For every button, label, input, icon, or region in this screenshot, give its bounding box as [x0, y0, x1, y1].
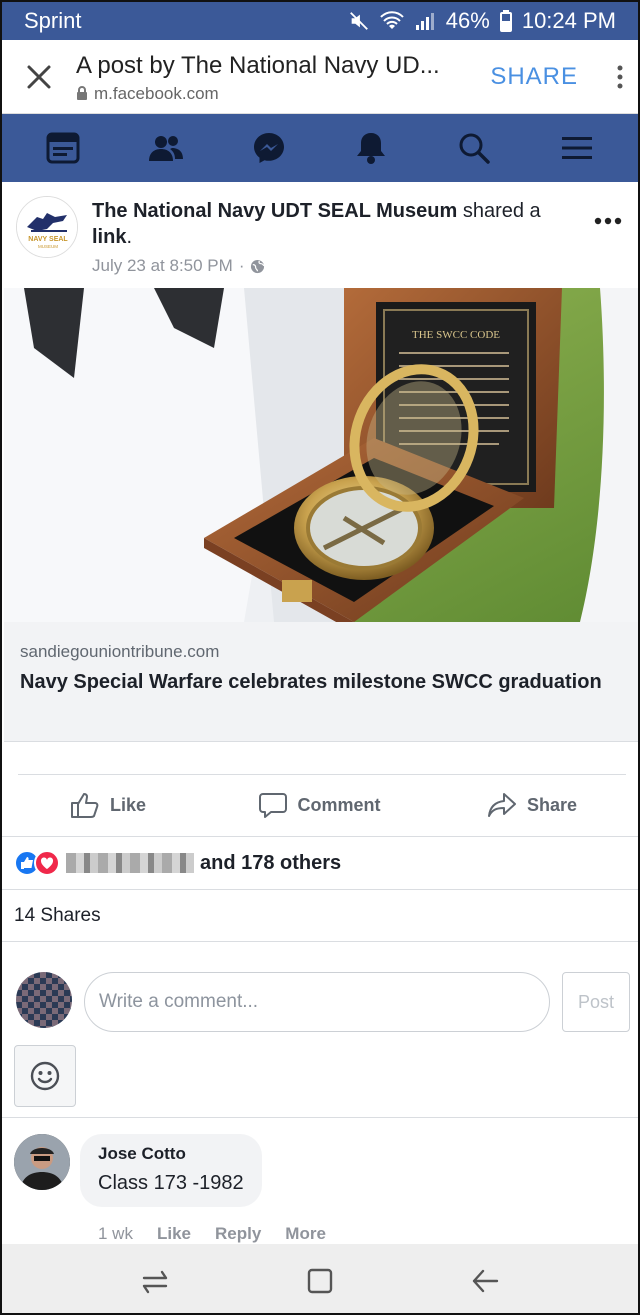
- navy-seal-museum-logo: NAVY SEAL MUSEUM: [17, 197, 77, 257]
- compass-gift-photo: THE SWCC CODE: [4, 288, 638, 622]
- love-reaction-icon: [34, 850, 60, 876]
- android-nav-bar: [2, 1244, 638, 1313]
- dot-separator: ·: [238, 256, 245, 275]
- period: .: [126, 226, 133, 248]
- commenter-avatar[interactable]: [14, 1134, 70, 1190]
- comment-bubble: Jose Cotto Class 173 -1982: [80, 1134, 262, 1207]
- page-name-link[interactable]: The National Navy UDT SEAL Museum: [92, 200, 457, 222]
- messenger-icon: [253, 133, 284, 163]
- smiley-icon: [30, 1061, 60, 1091]
- news-feed-icon: [46, 132, 80, 164]
- battery-percent: 46%: [445, 8, 490, 33]
- overflow-menu-button[interactable]: [602, 64, 638, 90]
- messenger-button[interactable]: [239, 118, 299, 178]
- notifications-button[interactable]: [341, 118, 401, 178]
- friends-button[interactable]: [136, 118, 196, 178]
- phone-screen: Sprint 46% 10:24 PM A post by The Nation…: [0, 0, 640, 1315]
- link-headline: Navy Special Warfare celebrates mileston…: [20, 671, 602, 693]
- friends-icon: [148, 136, 183, 161]
- link-preview-image[interactable]: THE SWCC CODE: [4, 288, 638, 622]
- browser-titles: A post by The National Navy UD... m.face…: [76, 50, 480, 104]
- comment-text: Class 173 -1982: [98, 1172, 244, 1194]
- menu-icon: [561, 137, 592, 159]
- like-button[interactable]: Like: [2, 791, 214, 819]
- home-button[interactable]: [290, 1251, 350, 1311]
- url-row: m.facebook.com: [76, 84, 480, 104]
- public-globe-icon: [251, 259, 265, 273]
- close-button[interactable]: [2, 40, 76, 114]
- comment-button[interactable]: Comment: [214, 792, 426, 818]
- status-icons: 46% 10:24 PM: [348, 8, 616, 34]
- recents-button[interactable]: [125, 1251, 185, 1311]
- post-actions: Like Comment Share: [2, 776, 638, 834]
- wifi-icon: [380, 11, 404, 31]
- shared-text: shared a: [457, 200, 541, 222]
- post-timestamp[interactable]: July 23 at 8:50 PM: [92, 256, 233, 276]
- close-icon: [27, 65, 51, 88]
- more-vertical-icon: [617, 65, 623, 88]
- person-photo: [14, 1134, 70, 1190]
- share-label: Share: [526, 794, 578, 815]
- signal-icon: [414, 11, 436, 31]
- post-timestamp-row: July 23 at 8:50 PM ·: [92, 256, 582, 276]
- post-attribution: The National Navy UDT SEAL Museum shared…: [92, 198, 582, 250]
- link-domain: sandiegouniontribune.com: [20, 642, 220, 661]
- reactions-row[interactable]: and 178 others: [2, 836, 638, 890]
- search-button[interactable]: [444, 118, 504, 178]
- battery-icon: [499, 10, 512, 32]
- blurred-reactor-names: [66, 853, 194, 873]
- post-options-button[interactable]: [582, 196, 622, 288]
- share-button[interactable]: SHARE: [480, 63, 602, 91]
- comment-reply-link[interactable]: Reply: [215, 1224, 261, 1244]
- menu-button[interactable]: [547, 118, 607, 178]
- comment-item: Jose Cotto Class 173 -1982 1 wk Like Rep…: [2, 1130, 638, 1244]
- page-avatar[interactable]: NAVY SEAL MUSEUM: [16, 196, 78, 258]
- like-label: Like: [109, 794, 147, 815]
- comment-time: 1 wk: [98, 1224, 133, 1243]
- notifications-icon: [357, 133, 386, 164]
- emoji-button[interactable]: [14, 1045, 76, 1107]
- clock: 10:24 PM: [521, 8, 616, 33]
- carrier-label: Sprint: [24, 8, 82, 33]
- divider: [18, 774, 626, 775]
- search-icon: [459, 133, 490, 164]
- comment-more-link[interactable]: More: [285, 1224, 326, 1244]
- share-arrow-icon: [487, 793, 516, 817]
- home-square-icon: [307, 1268, 333, 1293]
- link-preview-caption[interactable]: sandiegouniontribune.com Navy Special Wa…: [4, 622, 638, 742]
- page-title: A post by The National Navy UD...: [76, 51, 440, 79]
- svg-text:NAVY SEAL: NAVY SEAL: [28, 236, 68, 243]
- svg-text:MUSEUM: MUSEUM: [38, 244, 58, 249]
- link-word[interactable]: link: [92, 226, 126, 248]
- post-comment-button[interactable]: Post: [562, 972, 630, 1032]
- comment-like-link[interactable]: Like: [157, 1224, 191, 1244]
- browser-header: A post by The National Navy UD... m.face…: [2, 40, 638, 114]
- post-header: NAVY SEAL MUSEUM The National Navy UDT S…: [2, 182, 638, 288]
- facebook-nav-bar: [2, 114, 638, 182]
- mute-icon: [348, 10, 370, 32]
- share-count-text: 14 Shares: [14, 904, 101, 926]
- comment-label: Comment: [297, 794, 381, 815]
- recents-icon: [142, 1270, 167, 1293]
- share-count[interactable]: 14 Shares: [2, 890, 638, 942]
- comment-composer: Post: [2, 958, 638, 1118]
- news-feed-button[interactable]: [33, 118, 93, 178]
- thumbs-up-icon: [70, 793, 99, 818]
- comment-actions: 1 wk Like Reply More: [98, 1224, 326, 1244]
- share-post-button[interactable]: Share: [426, 792, 638, 818]
- url-text: m.facebook.com: [94, 83, 219, 103]
- comment-author[interactable]: Jose Cotto: [98, 1144, 244, 1164]
- back-button[interactable]: [455, 1251, 515, 1311]
- more-horizontal-icon: [594, 217, 622, 225]
- comment-icon: [259, 793, 288, 818]
- back-arrow-icon: [473, 1269, 499, 1292]
- svg-text:THE SWCC CODE: THE SWCC CODE: [412, 329, 500, 341]
- status-bar: Sprint 46% 10:24 PM: [2, 2, 638, 40]
- my-avatar: [16, 972, 72, 1028]
- reaction-count: and 178 others: [200, 851, 342, 874]
- lock-icon: [77, 86, 87, 100]
- comment-input[interactable]: [84, 972, 550, 1032]
- post-meta: The National Navy UDT SEAL Museum shared…: [92, 196, 582, 288]
